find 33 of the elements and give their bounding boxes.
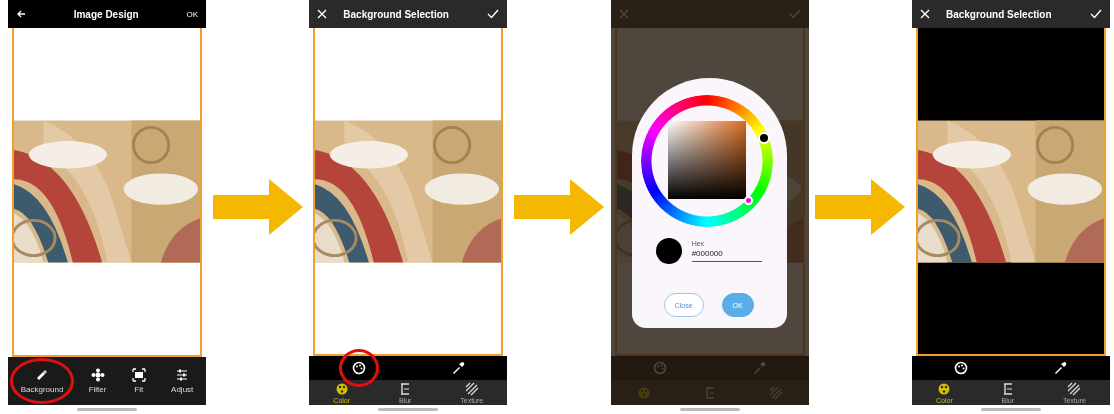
sliders-icon xyxy=(175,368,190,382)
flower-icon xyxy=(90,368,105,382)
eyedropper-icon xyxy=(1053,361,1068,375)
color-handle[interactable] xyxy=(743,196,753,205)
screen-title: Background Selection xyxy=(342,8,450,20)
brush-icon xyxy=(35,368,49,382)
arrow-icon xyxy=(513,179,604,235)
home-indicator xyxy=(980,408,1041,411)
palette-icon xyxy=(954,361,969,375)
tool-button[interactable]: Fit xyxy=(129,366,148,396)
texture-icon xyxy=(464,381,479,396)
texture-icon xyxy=(1067,381,1082,396)
close-icon[interactable] xyxy=(919,9,930,19)
palette-icon xyxy=(351,361,366,375)
back-icon[interactable] xyxy=(16,9,26,19)
home-indicator xyxy=(378,408,439,411)
home-indicator xyxy=(679,408,740,411)
fit-icon xyxy=(131,368,146,382)
tool-button[interactable]: Filter xyxy=(86,366,109,396)
screen-title: Image Design xyxy=(72,8,140,20)
saturation-square[interactable] xyxy=(667,121,746,199)
color-swatch xyxy=(655,238,682,264)
ok-button[interactable]: OK xyxy=(186,9,198,19)
check-icon[interactable] xyxy=(1089,9,1102,19)
tool-button[interactable]: Background xyxy=(18,366,66,396)
hex-field[interactable]: #000000 xyxy=(691,249,762,262)
check-icon[interactable] xyxy=(487,9,500,19)
close-icon[interactable] xyxy=(317,9,328,19)
tool-button[interactable]: Adjust xyxy=(169,366,196,396)
arrow-icon xyxy=(815,179,906,235)
home-indicator xyxy=(77,408,137,411)
screen-title: Background Selection xyxy=(944,8,1053,20)
arrow-icon xyxy=(212,179,303,235)
